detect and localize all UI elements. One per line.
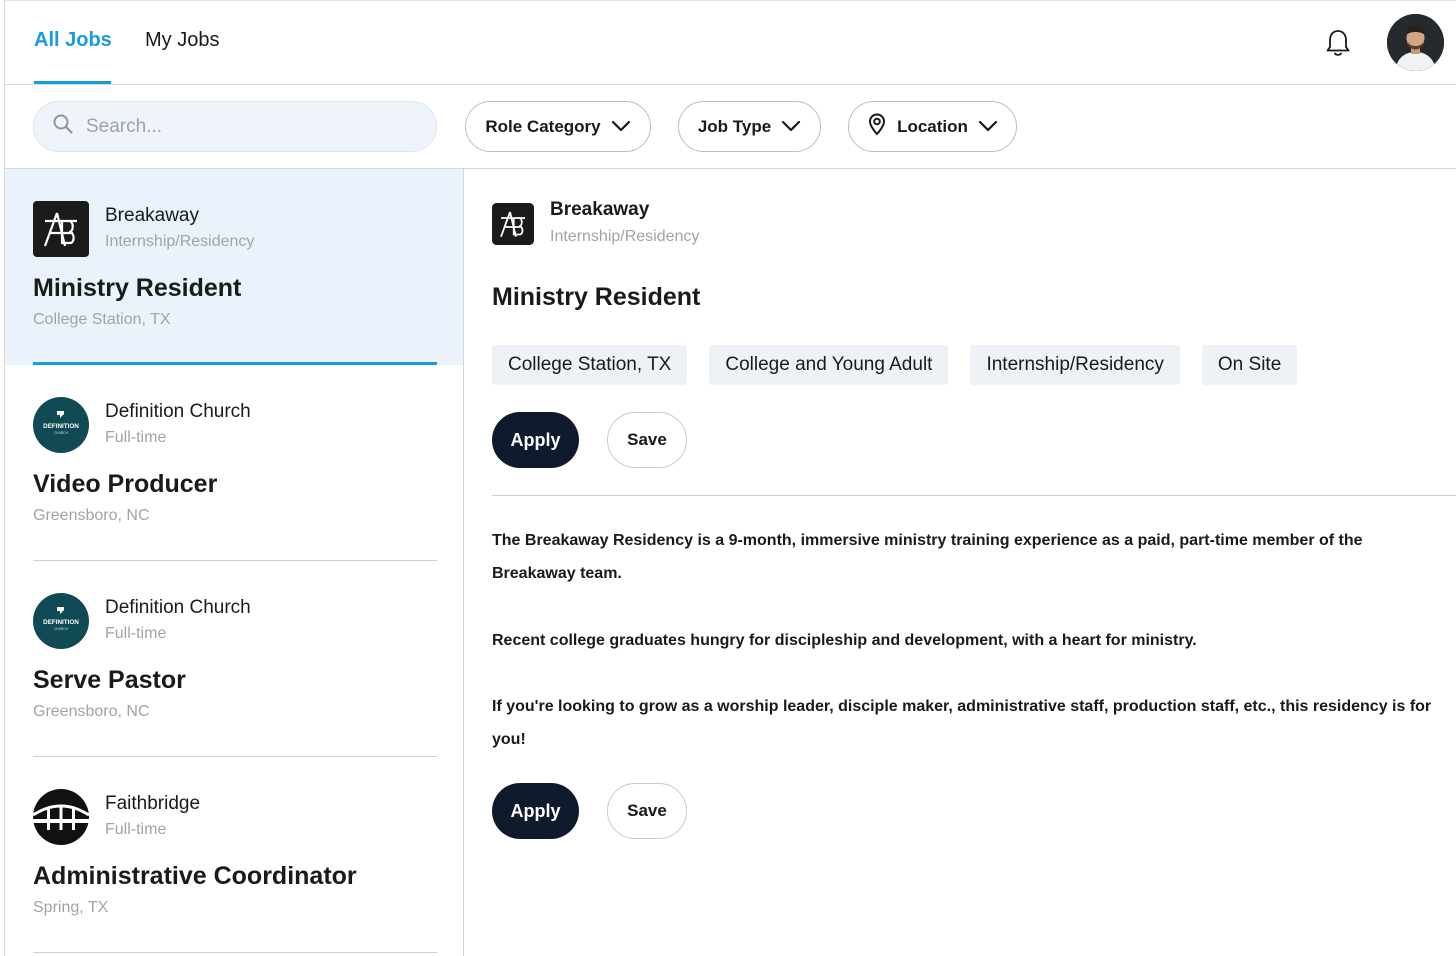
job-kind: Full-time xyxy=(105,625,167,642)
chevron-down-icon xyxy=(611,117,631,137)
tag-job-type: Internship/Residency xyxy=(970,345,1180,385)
bell-icon[interactable] xyxy=(1321,26,1355,60)
job-kind: Internship/Residency xyxy=(105,233,255,250)
filter-bar: Role Category Job Type Location xyxy=(5,85,1456,169)
job-location: Spring, TX xyxy=(33,899,109,916)
logo-text: DEFINITION xyxy=(43,619,79,626)
breakaway-logo-icon xyxy=(492,203,534,245)
apply-button-bottom[interactable]: Apply xyxy=(492,783,579,839)
job-org: Breakaway xyxy=(105,205,199,226)
location-label: Location xyxy=(897,116,968,136)
job-type-dropdown[interactable]: Job Type xyxy=(678,101,821,152)
user-avatar[interactable] xyxy=(1387,14,1444,71)
role-category-label: Role Category xyxy=(485,116,601,136)
description-paragraph: Recent college graduates hungry for disc… xyxy=(492,632,1197,649)
detail-org: Breakaway xyxy=(550,199,650,220)
active-tab-indicator xyxy=(34,81,111,84)
job-card-administrative-coordinator[interactable]: Faithbridge Full-time Administrative Coo… xyxy=(5,757,463,953)
detail-title: Ministry Resident xyxy=(492,283,701,311)
tag-location: College Station, TX xyxy=(492,345,688,385)
job-org: Definition Church xyxy=(105,401,251,422)
job-card-serve-pastor[interactable]: DEFINITION CHURCH Definition Church Full… xyxy=(5,561,463,757)
job-title: Administrative Coordinator xyxy=(33,862,357,890)
tab-all-jobs[interactable]: All Jobs xyxy=(34,29,112,52)
logo-text: DEFINITION xyxy=(43,423,79,430)
job-location: Greensboro, NC xyxy=(33,507,150,524)
breakaway-logo-icon xyxy=(33,201,89,257)
detail-divider xyxy=(492,495,1456,496)
role-category-dropdown[interactable]: Role Category xyxy=(465,101,651,152)
chevron-down-icon xyxy=(978,117,998,137)
job-org: Faithbridge xyxy=(105,793,201,814)
search-box[interactable] xyxy=(33,101,437,152)
apply-button[interactable]: Apply xyxy=(492,412,579,468)
search-icon xyxy=(52,113,74,140)
job-detail-panel: Breakaway Internship/Residency Ministry … xyxy=(465,169,1456,956)
tag-category: College and Young Adult xyxy=(709,345,949,385)
job-title: Video Producer xyxy=(33,470,218,498)
save-button[interactable]: Save xyxy=(607,412,687,468)
job-kind: Full-time xyxy=(105,821,167,838)
chevron-down-icon xyxy=(781,117,801,137)
detail-tags: College Station, TX College and Young Ad… xyxy=(492,345,1298,385)
faithbridge-logo-icon xyxy=(32,789,90,845)
job-location: Greensboro, NC xyxy=(33,703,150,720)
detail-kind: Internship/Residency xyxy=(550,228,700,245)
job-card-video-producer[interactable]: DEFINITION CHURCH Definition Church Full… xyxy=(5,365,463,561)
top-nav: All Jobs My Jobs xyxy=(5,1,1456,85)
description-paragraph: If you're looking to grow as a worship l… xyxy=(492,698,1432,748)
logo-subtext: CHURCH xyxy=(54,431,69,435)
tab-my-jobs[interactable]: My Jobs xyxy=(145,29,219,52)
tag-work-mode: On Site xyxy=(1201,345,1298,385)
job-list: Breakaway Internship/Residency Ministry … xyxy=(5,169,464,956)
definition-church-logo-icon: DEFINITION CHURCH xyxy=(33,593,89,649)
card-divider xyxy=(33,952,437,953)
job-location: College Station, TX xyxy=(33,311,171,328)
job-kind: Full-time xyxy=(105,429,167,446)
save-button-bottom[interactable]: Save xyxy=(607,783,687,839)
search-input[interactable] xyxy=(86,115,406,138)
location-dropdown[interactable]: Location xyxy=(848,101,1017,152)
job-board-app: All Jobs My Jobs Search... Role Category… xyxy=(4,0,1456,956)
job-title: Ministry Resident xyxy=(33,274,242,302)
description-paragraph: The Breakaway Residency is a 9-month, im… xyxy=(492,532,1363,582)
job-org: Definition Church xyxy=(105,597,251,618)
job-title: Serve Pastor xyxy=(33,666,186,694)
logo-subtext: CHURCH xyxy=(54,627,69,631)
definition-church-logo-icon: DEFINITION CHURCH xyxy=(33,397,89,453)
location-pin-icon xyxy=(867,112,887,141)
job-card-ministry-resident[interactable]: Breakaway Internship/Residency Ministry … xyxy=(5,169,463,365)
job-type-label: Job Type xyxy=(697,116,772,136)
